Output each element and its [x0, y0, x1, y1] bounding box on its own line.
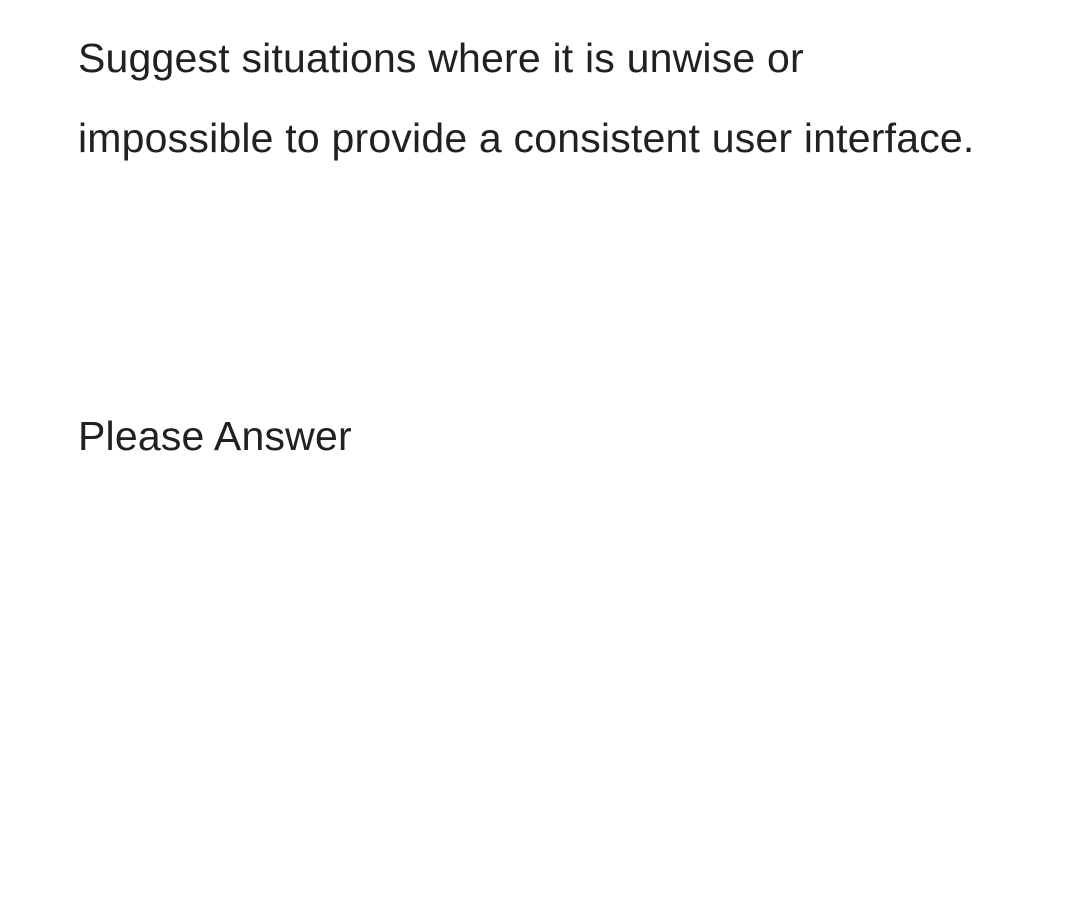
question-text: Suggest situations where it is unwise or… — [78, 18, 1002, 178]
answer-prompt: Please Answer — [78, 396, 1002, 476]
